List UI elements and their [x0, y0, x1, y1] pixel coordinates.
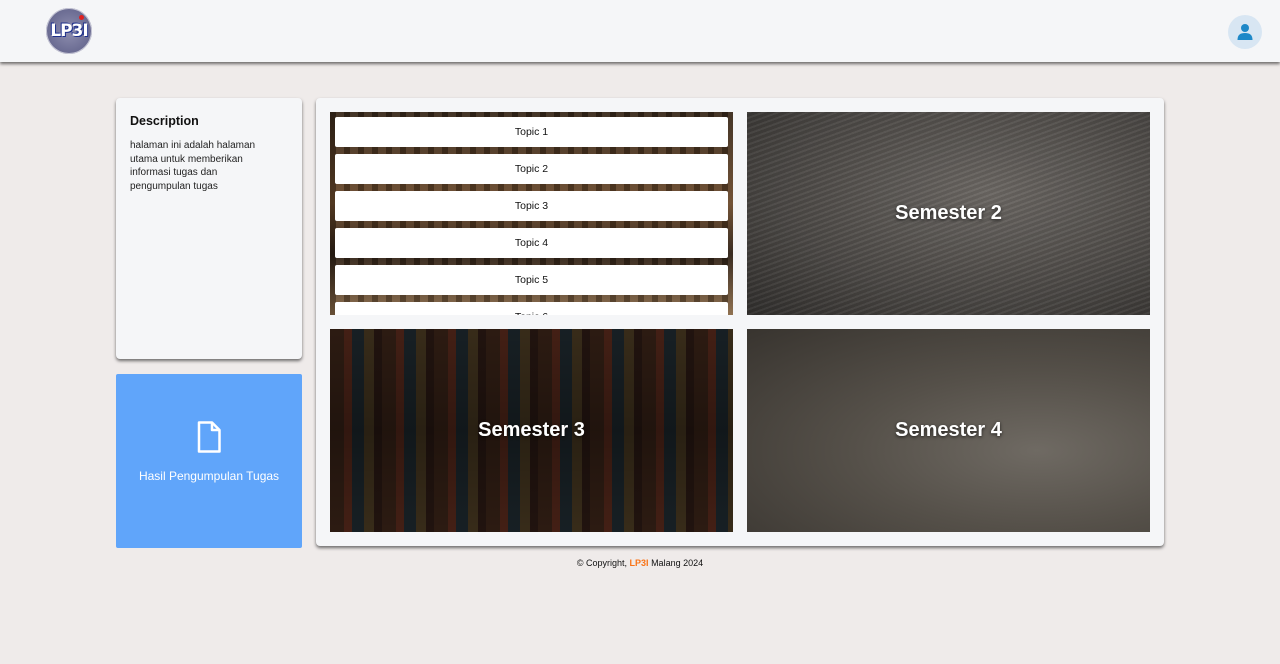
file-icon [197, 421, 221, 453]
lp3i-logo[interactable]: LP3I [46, 8, 92, 54]
footer-prefix: © Copyright, [576, 558, 630, 568]
semester-2-label: Semester 2 [895, 202, 1002, 224]
description-card: Description halaman ini adalah halaman u… [116, 98, 302, 359]
topic-3-button[interactable]: Topic 3 [335, 191, 728, 221]
topic-list[interactable]: Topic 1 Topic 2 Topic 3 Topic 4 Topic 5 … [330, 112, 733, 315]
topic-4-button[interactable]: Topic 4 [335, 228, 728, 258]
semester-4-tile[interactable]: Semester 4 [747, 329, 1150, 532]
topic-2-button[interactable]: Topic 2 [335, 154, 728, 184]
semester-3-tile[interactable]: Semester 3 [330, 329, 733, 532]
description-text: halaman ini adalah halaman utama untuk m… [130, 140, 256, 192]
footer-brand: LP3I [629, 558, 649, 568]
user-icon [1237, 24, 1253, 40]
hasil-pengumpulan-tugas-button[interactable]: Hasil Pengumpulan Tugas [116, 374, 302, 548]
footer-suffix: Malang 2024 [648, 558, 704, 568]
logo-dot [79, 15, 84, 20]
topic-6-button[interactable]: Topic 6 [335, 302, 728, 315]
logo-text: LP3I [50, 21, 88, 41]
semester-1-tile: Topic 1 Topic 2 Topic 3 Topic 4 Topic 5 … [330, 112, 733, 315]
semester-2-tile[interactable]: Semester 2 [747, 112, 1150, 315]
footer-copyright: © Copyright, LP3I Malang 2024 [0, 558, 1280, 568]
submission-label: Hasil Pengumpulan Tugas [138, 469, 280, 483]
user-profile-button[interactable] [1228, 15, 1262, 49]
semester-3-label: Semester 3 [478, 419, 585, 441]
description-title: Description [130, 114, 199, 128]
top-navbar: LP3I [0, 0, 1280, 62]
topic-1-button[interactable]: Topic 1 [335, 117, 728, 147]
semester-4-label: Semester 4 [895, 419, 1002, 441]
topic-5-button[interactable]: Topic 5 [335, 265, 728, 295]
